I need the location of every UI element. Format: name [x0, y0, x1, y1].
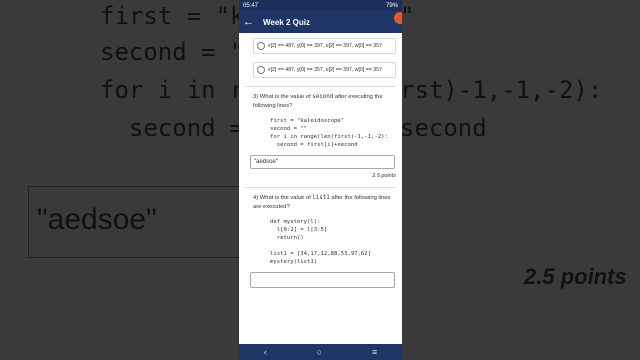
app-bar: ← Week 2 Quiz: [239, 11, 402, 33]
bg-answer-box: "aedsoe": [28, 186, 240, 258]
status-battery: 79%: [385, 2, 398, 9]
action-button[interactable]: [394, 12, 402, 24]
bg-code-line-4b: second: [400, 114, 487, 142]
option-1[interactable]: x[2] == 487, y[0] == 397, u[2] == 397, w…: [253, 38, 396, 54]
bg-points: 2.5 points: [524, 264, 627, 289]
status-time: 05:47: [243, 2, 259, 9]
status-bar: 05:47 79%: [239, 0, 402, 11]
nav-back-icon[interactable]: ‹: [264, 347, 267, 357]
option-2[interactable]: x[2] == 487, y[0] == 357, u[2] == 397, w…: [253, 62, 396, 78]
question-4-code: def mystery(l): l[0:2] = l[3:5] return()…: [270, 219, 372, 265]
back-arrow-icon[interactable]: ←: [243, 16, 257, 28]
bg-code-line-3: for i in ra: [100, 76, 259, 104]
bg-code-line-1: first = "ka: [100, 2, 259, 30]
quiz-content: x[2] == 487, y[0] == 397, u[2] == 397, w…: [239, 33, 402, 288]
bg-code-line-3b: rst)-1,-1,-2):: [400, 76, 603, 104]
phone-screen: 05:47 79% ← Week 2 Quiz x[2] == 487, y[0…: [239, 0, 402, 360]
question-4-text: 4) What is the value of list1 after the …: [253, 195, 391, 210]
bg-code-line-2: second = ": [100, 38, 245, 66]
question-3-points: 2.5 points: [372, 173, 396, 179]
radio-icon[interactable]: [257, 66, 265, 74]
question-3-answer-field[interactable]: "aedsoe": [250, 155, 395, 169]
nav-home-icon[interactable]: ○: [317, 347, 322, 357]
bg-code-line-4: second =: [100, 114, 259, 142]
question-3-code: first = "kaleidoscope" second = "" for i…: [270, 118, 388, 148]
divider: [245, 86, 396, 87]
divider: [245, 187, 396, 188]
question-3-text: 3) What is the value of second after exe…: [253, 94, 383, 109]
page-title: Week 2 Quiz: [263, 17, 310, 27]
radio-icon[interactable]: [257, 42, 265, 50]
nav-recents-icon[interactable]: ≡: [372, 347, 377, 357]
bg-code-line-1b: ": [400, 2, 415, 30]
android-nav-bar: ‹ ○ ≡: [239, 344, 402, 360]
question-4-answer-field[interactable]: [250, 272, 395, 288]
